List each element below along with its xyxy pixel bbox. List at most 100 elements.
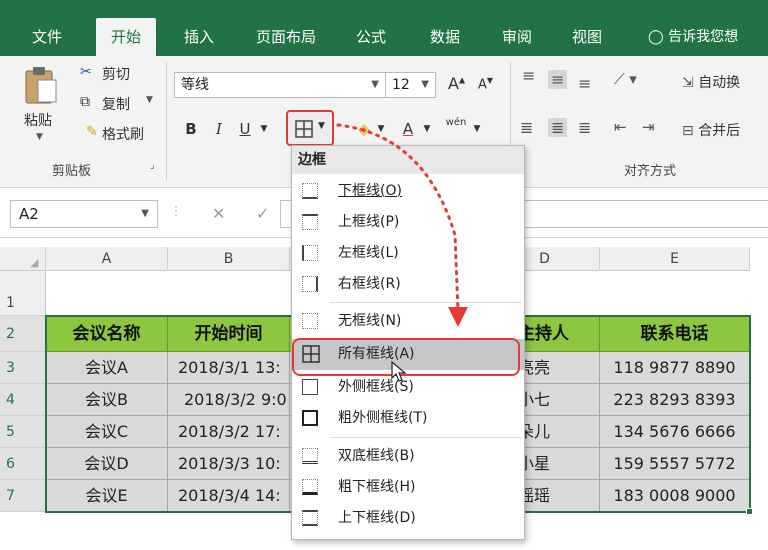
lightbulb-icon: ◯ [648,29,664,45]
fill-handle[interactable] [746,508,753,515]
font-name-combo[interactable]: 等线 ▼ [174,72,386,98]
paste-dropdown-icon[interactable]: ▼ [36,132,43,142]
chevron-down-icon: ▼ [318,121,325,131]
table-cell[interactable]: 118 9877 8890 [600,352,750,384]
bold-button[interactable]: B [180,116,202,142]
alignment-group-label: 对齐方式 [624,164,677,179]
underline-dropdown-icon[interactable]: ▼ [256,116,272,142]
row-header-4[interactable]: 4 [0,384,46,416]
top-border-icon [302,214,318,230]
select-all-corner[interactable]: ◢ [0,247,46,271]
group-divider [166,62,167,180]
underline-button[interactable]: U [234,116,256,142]
name-box[interactable]: A2 ▼ [10,200,158,228]
column-header-a[interactable]: A [46,247,168,271]
menu-item-thick-bottom-border[interactable]: 粗下框线(H) [292,472,524,503]
clipboard-group-label: 剪贴板 [52,164,92,179]
align-middle-icon[interactable]: ≡ [548,70,568,89]
font-size-combo[interactable]: 12 ▼ [386,72,436,98]
borders-button[interactable]: ▼ [286,110,334,146]
table-cell[interactable]: 2018/3/2 17: [168,416,290,448]
align-right-icon[interactable]: ≣ [578,118,591,137]
phonetic-dropdown-icon[interactable]: ▼ [470,116,484,142]
table-cell[interactable]: 会议E [46,480,168,512]
tab-file[interactable]: 文件 [20,18,74,56]
align-top-icon[interactable]: ≡ [522,66,535,85]
table-header-cell[interactable]: 联系电话 [600,316,750,352]
table-cell[interactable]: 会议D [46,448,168,480]
wrap-text-label: 自动换 [698,75,741,91]
row-header-2[interactable]: 2 [0,316,46,352]
font-name-value: 等线 [181,77,209,93]
table-cell[interactable]: 2018/3/3 10: [168,448,290,480]
row-header-7[interactable]: 7 [0,480,46,512]
column-header-e[interactable]: E [600,247,750,271]
menu-item-top-bottom-border[interactable]: 上下框线(D) [292,503,524,534]
table-cell[interactable]: 159 5557 5772 [600,448,750,480]
table-cell[interactable]: 2018/3/2 9:0 [168,384,290,416]
italic-button[interactable]: I [208,116,230,142]
decrease-indent-icon[interactable]: ⇤ [614,118,627,136]
table-cell[interactable]: 134 5676 6666 [600,416,750,448]
menu-item-thick-outside-borders[interactable]: 粗外侧框线(T) [292,403,524,434]
cancel-icon[interactable]: ✕ [212,204,225,223]
tab-page-layout[interactable]: 页面布局 [242,18,330,56]
paste-button[interactable]: 粘贴 ▼ [18,62,66,154]
paintbrush-icon: ✎ [86,124,98,140]
tab-insert[interactable]: 插入 [172,18,226,56]
thick-bottom-border-icon [302,479,318,495]
table-header-cell[interactable]: 会议名称 [46,316,168,352]
outside-borders-icon [302,379,318,395]
tab-review[interactable]: 审阅 [490,18,544,56]
right-border-icon [302,276,318,292]
orientation-icon[interactable]: ⟋ ▾ [614,70,637,88]
row-header-3[interactable]: 3 [0,352,46,384]
copy-dropdown-icon[interactable]: ▼ [146,95,153,105]
format-painter-label: 格式刷 [102,127,144,143]
align-center-icon[interactable]: ≣ [548,118,568,137]
table-cell[interactable]: 2018/3/4 14: [168,480,290,512]
table-cell[interactable]: 183 0008 9000 [600,480,750,512]
align-bottom-icon[interactable]: ≡ [578,74,591,93]
chevron-down-icon: ▼ [371,79,379,90]
tab-formulas[interactable]: 公式 [344,18,398,56]
merge-center-button[interactable]: ⊟ 合并后 [682,120,740,140]
row-header-1[interactable]: 1 [0,271,46,316]
tab-data[interactable]: 数据 [418,18,472,56]
column-header-b[interactable]: B [168,247,290,271]
decrease-font-icon[interactable]: A▼ [478,76,493,92]
menu-item-label: 上下框线(D) [338,510,416,526]
format-painter-button[interactable]: ✎ 格式刷 [80,122,156,146]
table-cell[interactable]: 会议C [46,416,168,448]
enter-check-icon[interactable]: ✓ [256,204,269,223]
more-dots-icon: ⋮ [170,204,182,218]
wrap-text-button[interactable]: ⇲ 自动换 [682,72,740,92]
table-header-cell[interactable]: 开始时间 [168,316,290,352]
table-cell[interactable]: 2018/3/1 13: [168,352,290,384]
align-left-icon[interactable]: ≣ [520,118,533,137]
clipboard-launcher-icon[interactable]: ⌟ [150,160,155,171]
tab-home[interactable]: 开始 [96,18,156,56]
table-cell[interactable]: 会议A [46,352,168,384]
cut-button[interactable]: ✂ 剪切 [80,62,154,86]
copy-button[interactable]: ⧉ 复制 ▼ [80,92,158,116]
row-header-6[interactable]: 6 [0,448,46,480]
double-bottom-border-icon [302,448,318,464]
ribbon-tab-bar: 文件 开始 插入 页面布局 公式 数据 审阅 视图 ◯ 告诉我您想 [0,0,768,56]
clipboard-icon [25,67,57,104]
tab-view[interactable]: 视图 [560,18,614,56]
menu-item-double-bottom-border[interactable]: 双底框线(B) [292,441,524,472]
table-cell[interactable]: 会议B [46,384,168,416]
menu-item-outside-borders[interactable]: 外侧框线(S) [292,372,524,403]
increase-indent-icon[interactable]: ⇥ [642,118,655,136]
menu-item-all-borders[interactable]: 所有框线(A) [292,339,524,370]
increase-font-icon[interactable]: A▲ [448,74,465,93]
paste-label: 粘贴 [24,113,52,129]
merge-center-label: 合并后 [698,123,741,139]
row-header-5[interactable]: 5 [0,416,46,448]
all-borders-icon [295,120,313,138]
table-cell[interactable]: 223 8293 8393 [600,384,750,416]
tell-me-box[interactable]: ◯ 告诉我您想 [648,18,738,56]
mouse-cursor-icon [391,360,407,382]
no-border-icon [302,313,318,329]
